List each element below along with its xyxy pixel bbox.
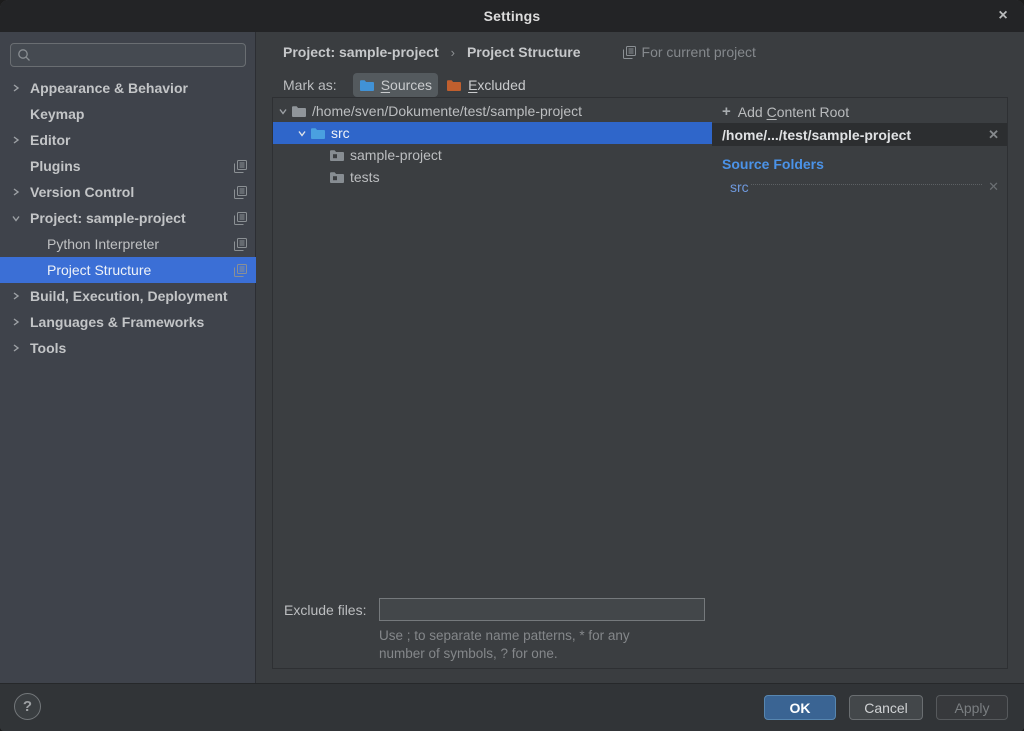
chevron-down-icon[interactable] <box>275 107 291 115</box>
dialog-title: Settings <box>484 8 541 24</box>
content-root-detail-panel: + Add Content Root /home/.../test/sample… <box>712 97 1008 669</box>
per-project-settings-icon <box>234 212 247 225</box>
breadcrumb: Project: sample-project › Project Struct… <box>283 40 756 64</box>
exclude-files-section: Exclude files: Use ; to separate name pa… <box>273 598 712 663</box>
chevron-down-icon[interactable] <box>12 214 30 222</box>
exclude-files-help: Use ; to separate name patterns, * for a… <box>379 627 712 663</box>
plus-icon: + <box>722 103 731 120</box>
settings-sidebar: Appearance & Behavior Keymap Editor Plug… <box>0 32 256 683</box>
sidebar-item-appearance[interactable]: Appearance & Behavior <box>0 75 256 101</box>
chevron-right-icon[interactable] <box>12 292 30 300</box>
folder-icon <box>329 149 345 162</box>
chevron-right-icon[interactable] <box>12 188 30 196</box>
sidebar-item-tools[interactable]: Tools <box>0 335 256 361</box>
search-input[interactable] <box>36 48 236 63</box>
sidebar-item-editor[interactable]: Editor <box>0 127 256 153</box>
breadcrumb-separator-icon: › <box>451 45 455 60</box>
ok-button[interactable]: OK <box>764 695 836 720</box>
sidebar-item-languages-frameworks[interactable]: Languages & Frameworks <box>0 309 256 335</box>
source-folder-icon <box>310 127 326 140</box>
breadcrumb-project[interactable]: Project: sample-project <box>283 44 439 60</box>
tree-row-tests[interactable]: tests <box>273 166 712 188</box>
settings-nav: Appearance & Behavior Keymap Editor Plug… <box>0 75 256 361</box>
mark-as-toolbar: Mark as: Sources Excluded <box>283 73 532 97</box>
dialog-footer: ? OK Cancel Apply <box>0 683 1024 731</box>
title-bar: Settings × <box>0 0 1024 32</box>
source-folder-name: src <box>730 179 749 195</box>
apply-button[interactable]: Apply <box>936 695 1008 720</box>
close-icon[interactable]: × <box>990 4 1016 28</box>
mark-as-sources-button[interactable]: Sources <box>353 73 438 97</box>
sidebar-item-plugins[interactable]: Plugins <box>0 153 256 179</box>
source-folders-header: Source Folders <box>712 152 1007 175</box>
per-project-settings-icon <box>234 238 247 251</box>
cancel-button[interactable]: Cancel <box>849 695 923 720</box>
sidebar-item-python-interpreter[interactable]: Python Interpreter <box>0 231 256 257</box>
sidebar-item-version-control[interactable]: Version Control <box>0 179 256 205</box>
sidebar-item-project-structure[interactable]: Project Structure <box>0 257 256 283</box>
scope-note: For current project <box>623 44 756 60</box>
folder-icon <box>329 171 345 184</box>
mark-as-label: Mark as: <box>283 77 337 93</box>
tree-row-src[interactable]: src <box>273 122 712 144</box>
settings-search-box[interactable] <box>10 43 246 67</box>
settings-dialog: Settings × Appearance & Behavior Keymap … <box>0 0 1024 731</box>
breadcrumb-page: Project Structure <box>467 44 581 60</box>
chevron-right-icon[interactable] <box>12 136 30 144</box>
remove-content-root-icon[interactable]: ✕ <box>988 127 999 143</box>
dotted-leader <box>751 184 982 185</box>
exclude-files-input[interactable] <box>379 598 705 621</box>
per-project-settings-icon <box>234 186 247 199</box>
chevron-down-icon[interactable] <box>294 129 310 137</box>
per-project-settings-icon <box>623 46 636 59</box>
source-folder-icon <box>359 79 375 92</box>
content-root-entry[interactable]: /home/.../test/sample-project ✕ <box>712 123 1007 146</box>
folder-icon <box>291 105 307 118</box>
tree-row-sample-project[interactable]: sample-project <box>273 144 712 166</box>
per-project-settings-icon <box>234 160 247 173</box>
chevron-right-icon[interactable] <box>12 84 30 92</box>
mark-as-excluded-button[interactable]: Excluded <box>440 73 532 97</box>
settings-main: Project: sample-project › Project Struct… <box>256 32 1024 683</box>
help-button[interactable]: ? <box>14 693 41 720</box>
add-content-root-button[interactable]: + Add Content Root <box>712 100 1007 123</box>
search-icon <box>17 48 31 62</box>
source-folder-entry[interactable]: src ✕ <box>712 175 1007 198</box>
remove-source-folder-icon[interactable]: ✕ <box>988 179 999 195</box>
directory-tree: /home/sven/Dokumente/test/sample-project… <box>273 98 712 188</box>
chevron-right-icon[interactable] <box>12 318 30 326</box>
sidebar-item-keymap[interactable]: Keymap <box>0 101 256 127</box>
tree-row-content-root[interactable]: /home/sven/Dokumente/test/sample-project <box>273 100 712 122</box>
excluded-folder-icon <box>446 79 462 92</box>
chevron-right-icon[interactable] <box>12 344 30 352</box>
sidebar-item-project[interactable]: Project: sample-project <box>0 205 256 231</box>
content-root-path: /home/.../test/sample-project <box>722 127 911 143</box>
sidebar-item-build-execution[interactable]: Build, Execution, Deployment <box>0 283 256 309</box>
per-project-settings-icon <box>234 264 247 277</box>
exclude-files-label: Exclude files: <box>284 602 379 618</box>
content-roots-tree-panel: /home/sven/Dokumente/test/sample-project… <box>272 97 713 669</box>
